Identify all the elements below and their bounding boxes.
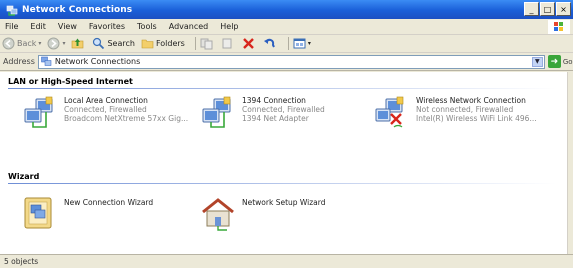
explorer-window: Network Connections _ □ × File Edit View… [0,0,573,268]
status-bar: 5 objects [0,254,573,268]
address-bar: Address Network Connections ▼ ➜ Go [0,53,573,71]
search-button[interactable]: Search [92,37,135,50]
connection-name: 1394 Connection [242,96,306,105]
connection-wireless[interactable]: Wireless Network Connection Not connecte… [374,96,537,132]
connection-device: 1394 Net Adapter [242,114,309,123]
maximize-button[interactable]: □ [540,2,555,16]
connection-local-area[interactable]: Local Area Connection Connected, Firewal… [22,96,188,132]
back-button[interactable]: Back ▾ [2,37,41,50]
menu-view[interactable]: View [58,22,77,31]
connection-details: Wireless Network Connection Not connecte… [416,96,537,132]
lan-connection-icon [202,96,231,128]
move-to-icon [200,38,213,50]
status-text: 5 objects [4,257,39,266]
menu-help[interactable]: Help [220,22,238,31]
window-title: Network Connections [22,4,133,15]
back-label: Back [17,39,37,48]
group-divider [8,183,556,184]
connection-device: Intel(R) Wireless WiFi Link 496... [416,114,537,123]
folders-button[interactable]: Folders [141,37,185,50]
address-input[interactable]: Network Connections ▼ [37,54,545,69]
home-network-icon [202,198,234,231]
close-button[interactable]: × [556,2,571,16]
group-header-lan: LAN or High-Speed Internet [8,77,133,86]
move-to-button[interactable] [200,37,215,50]
connection-name: Wireless Network Connection [416,96,526,105]
go-label: Go [562,57,573,66]
folders-icon [141,39,154,49]
wizard-label: Network Setup Wizard [242,198,326,207]
chevron-down-icon: ▾ [62,40,66,47]
group-divider [8,88,556,89]
folders-label: Folders [155,39,185,48]
network-setup-wizard[interactable]: Network Setup Wizard [200,195,326,231]
menu-favorites[interactable]: Favorites [89,22,125,31]
views-icon [293,38,306,49]
menu-file[interactable]: File [5,22,18,31]
search-icon [93,37,105,50]
connection-1394[interactable]: 1394 Connection Connected, Firewalled 13… [200,96,325,132]
new-connection-wizard[interactable]: New Connection Wizard [22,195,153,231]
window-controls: _ □ × [524,2,571,16]
wireless-connection-icon [375,96,404,128]
network-connections-icon [6,5,18,16]
connection-details: 1394 Connection Connected, Firewalled 13… [242,96,325,132]
new-connection-wizard-icon [24,197,52,229]
connection-name: Local Area Connection [64,96,148,105]
address-value: Network Connections [54,57,141,66]
connection-status: Connected, Firewalled [64,105,147,114]
menu-edit[interactable]: Edit [30,22,46,31]
go-button[interactable]: ➜ Go [547,55,573,68]
delete-button[interactable] [242,37,257,50]
menu-bar: File Edit View Favorites Tools Advanced … [0,19,573,35]
chevron-down-icon: ▾ [38,40,42,47]
menu-advanced[interactable]: Advanced [169,22,209,31]
connection-device: Broadcom NetXtreme 57xx Gig... [64,114,189,123]
forward-arrow-icon [47,37,60,50]
delete-x-icon [242,38,254,49]
minimize-button[interactable]: _ [524,2,539,16]
address-dropdown-button[interactable]: ▼ [531,56,543,67]
chevron-down-icon: ▾ [307,40,311,47]
up-folder-button[interactable] [71,37,86,50]
connection-status: Connected, Firewalled [242,105,325,114]
views-button[interactable]: ▾ [293,37,311,50]
go-arrow-icon: ➜ [547,55,561,68]
vertical-scrollbar[interactable] [567,72,573,254]
group-header-wizard: Wizard [8,172,40,181]
content-pane: LAN or High-Speed Internet Local Area Co… [0,72,567,254]
connection-details: Local Area Connection Connected, Firewal… [64,96,188,132]
menu-tools[interactable]: Tools [137,22,157,31]
undo-icon [263,38,275,48]
toolbar-separator [287,37,289,50]
connection-status: Not connected, Firewalled [416,105,514,114]
search-label: Search [107,39,135,48]
toolbar-separator [194,37,196,50]
title-bar[interactable]: Network Connections _ □ × [0,0,573,19]
lan-connection-icon [24,96,53,128]
back-arrow-icon [2,37,15,50]
forward-button[interactable]: ▾ [47,37,65,50]
copy-to-button[interactable] [221,37,236,50]
up-folder-icon [72,38,84,49]
wizard-label: New Connection Wizard [64,198,154,207]
toolbar: Back ▾ ▾ Search Folders ▾ [0,35,573,53]
windows-logo-icon [548,20,570,34]
network-connections-icon [41,56,52,66]
chevron-down-icon: ▼ [535,58,540,65]
address-label: Address [3,57,35,66]
copy-to-icon [222,38,232,49]
undo-button[interactable] [263,37,278,50]
